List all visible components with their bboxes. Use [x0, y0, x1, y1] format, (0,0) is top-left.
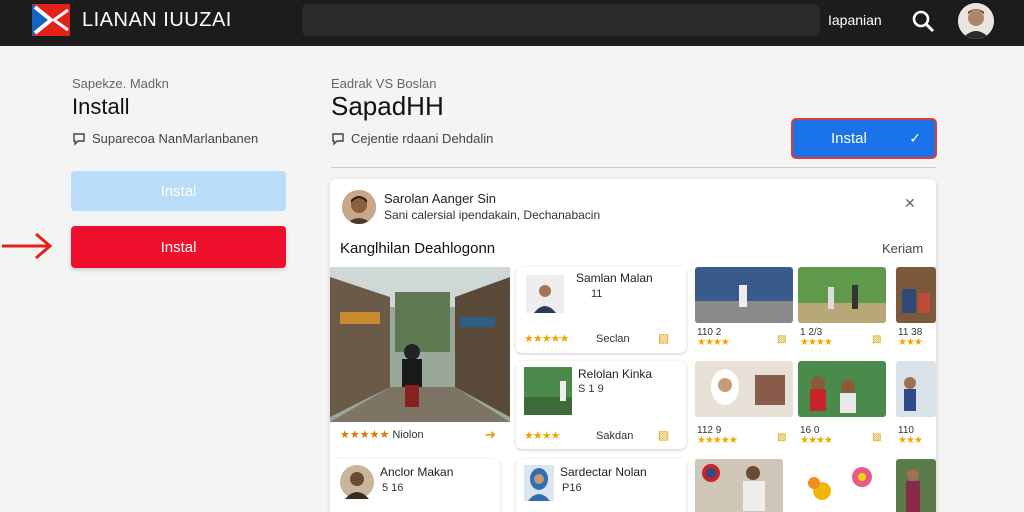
card-thumbnail: [526, 275, 564, 313]
card-thumbnail: [524, 465, 554, 501]
nav-link[interactable]: Iapanian: [828, 12, 882, 28]
speech-bubble-icon: [332, 132, 344, 146]
badge-icon: ▧: [658, 331, 670, 345]
list-item[interactable]: Sardectar Nolan P16: [516, 459, 686, 512]
gallery-tile[interactable]: [896, 267, 936, 323]
gallery-tile[interactable]: [896, 459, 936, 512]
badge-icon: ▧: [872, 432, 882, 443]
right-subtitle: Eadrak VS Boslan: [331, 76, 437, 91]
brand-name[interactable]: LIANAN IUUZAI: [82, 9, 232, 32]
list-item[interactable]: Anclor Makan 5 16: [330, 459, 500, 512]
list-item[interactable]: Samlan Malan 11 ★★★★★ Seclan ▧: [516, 267, 686, 353]
featured-label: Niolon: [392, 429, 424, 441]
badge-icon: ▧: [658, 428, 670, 442]
left-title: Install: [72, 94, 130, 119]
left-note-text: Suparecoa NanMarlanbanen: [92, 131, 259, 146]
search-input[interactable]: [302, 4, 820, 36]
badge-icon: ▧: [777, 334, 787, 345]
install-dropdown-button[interactable]: Instal ✓: [791, 118, 937, 159]
content-panel: Sarolan Aanger Sin Sani calersial ipenda…: [330, 179, 936, 512]
card-title: Relolan Kinka: [578, 367, 653, 381]
card-meta: S 1 9: [578, 383, 604, 395]
see-more-link[interactable]: Keriam: [882, 241, 923, 256]
gallery-tile[interactable]: [695, 459, 783, 512]
author-name[interactable]: Sarolan Aanger Sin: [384, 191, 496, 206]
right-note: Cejentie rdaani Dehdalin: [331, 131, 493, 146]
section-heading: Kanglhilan Deahlogonn: [340, 240, 496, 257]
card-meta: 11: [591, 288, 603, 300]
gallery-tile[interactable]: [798, 361, 886, 417]
right-title: SapadHH: [331, 91, 444, 121]
star-icon: ★★★★★: [340, 429, 390, 441]
star-icon: ★★★: [898, 337, 923, 348]
author-avatar[interactable]: [342, 190, 376, 224]
left-note: Suparecoa NanMarlanbanen: [72, 131, 258, 146]
card-title: Sardectar Nolan: [560, 465, 647, 479]
right-note-text: Cejentie rdaani Dehdalin: [351, 131, 494, 146]
card-meta: P16: [562, 482, 582, 494]
list-item[interactable]: Relolan Kinka S 1 9 ★★★★ Sakdan ▧: [516, 361, 686, 449]
star-icon: ★★★★: [697, 337, 730, 348]
card-thumbnail: [524, 367, 572, 415]
top-bar: LIANAN IUUZAI Iapanian: [0, 0, 1024, 46]
install-button-disabled[interactable]: Instal: [71, 171, 286, 211]
speech-bubble-icon: [73, 132, 85, 146]
user-avatar[interactable]: [958, 3, 994, 39]
featured-card[interactable]: ★★★★★ Niolon ➜: [330, 267, 510, 451]
star-icon: ★★★★: [800, 337, 833, 348]
card-label: Sakdan: [596, 430, 634, 442]
card-title: Samlan Malan: [576, 271, 653, 285]
gallery-tile[interactable]: [896, 361, 936, 417]
install-button-label: Instal: [831, 130, 867, 147]
logo-icon[interactable]: [32, 4, 70, 36]
star-icon: ★★★★★: [697, 435, 738, 446]
gallery-tile[interactable]: [798, 267, 886, 323]
red-arrow-icon: [2, 232, 53, 260]
search-icon[interactable]: [910, 8, 936, 34]
author-description: Sani calersial ipendakain, Dechanabacin: [384, 208, 601, 222]
star-icon: ★★★: [898, 435, 923, 446]
share-icon[interactable]: ➜: [485, 427, 496, 443]
badge-icon: ▧: [872, 334, 882, 345]
star-icon: ★★★★: [800, 435, 833, 446]
featured-image: [330, 267, 510, 422]
star-icon: ★★★★★: [524, 333, 569, 345]
left-subtitle: Sapekze. Madkn: [72, 76, 169, 91]
badge-icon: ▧: [777, 432, 787, 443]
gallery-tile[interactable]: [695, 361, 793, 417]
chevron-down-icon[interactable]: ✓: [909, 130, 921, 147]
card-label: Seclan: [596, 333, 630, 345]
install-button[interactable]: Instal: [71, 226, 286, 268]
card-title: Anclor Makan: [380, 465, 454, 479]
gallery-tile[interactable]: [695, 267, 793, 323]
card-thumbnail: [340, 465, 374, 499]
featured-rating: ★★★★★ Niolon: [340, 428, 424, 441]
gallery-tile[interactable]: [792, 459, 888, 512]
divider: [331, 167, 936, 168]
star-icon: ★★★★: [524, 430, 560, 442]
close-icon[interactable]: ✕: [904, 195, 916, 212]
card-meta: 5 16: [382, 482, 404, 494]
